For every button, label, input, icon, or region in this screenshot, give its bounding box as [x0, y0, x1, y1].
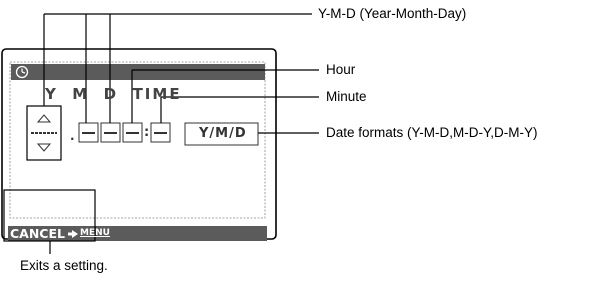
- callout-exit: Exits a setting.: [20, 258, 108, 273]
- screen-header-label: Y M D TIME: [45, 85, 182, 103]
- diagram-canvas: [1, 13, 319, 254]
- cancel-button[interactable]: CANCEL: [10, 226, 65, 241]
- callout-minute: Minute: [326, 89, 367, 104]
- lcd-title-bar: [11, 64, 265, 80]
- menu-label: MENU: [80, 228, 110, 238]
- callout-ymd: Y-M-D (Year-Month-Day): [318, 6, 467, 21]
- callout-date-formats: Date formats (Y-M-D,M-D-Y,D-M-Y): [326, 125, 538, 140]
- colon-separator: :: [144, 125, 150, 140]
- callout-hour: Hour: [326, 62, 356, 77]
- dot-separator: .: [70, 129, 75, 143]
- date-format-value: Y/M/D: [199, 126, 247, 141]
